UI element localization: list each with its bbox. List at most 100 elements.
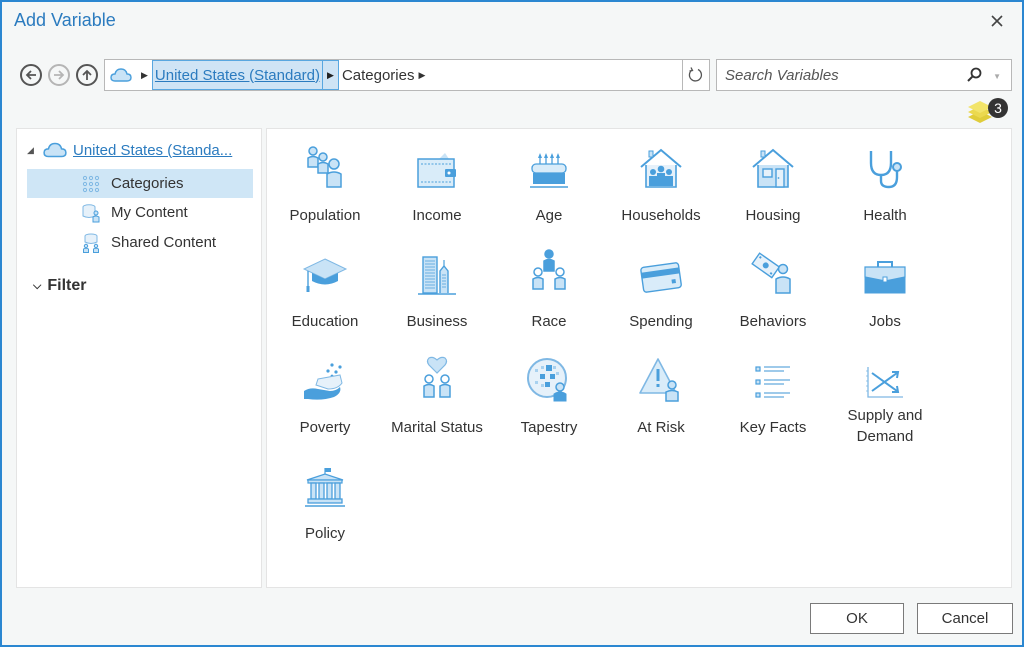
forward-button[interactable] [48,64,70,86]
category-label: Housing [745,207,801,224]
category-spending[interactable]: Spending [605,241,717,347]
category-housing[interactable]: Housing [717,135,829,241]
refresh-icon [688,67,703,82]
breadcrumb-root[interactable] [105,60,137,90]
breadcrumb-segment-united-states[interactable]: United States (Standard) [151,60,324,90]
couple-heart-icon [423,356,451,398]
category-label: Tapestry [520,419,578,436]
buildings-icon [418,256,456,295]
category-label: Income [412,207,462,224]
category-label: Poverty [299,419,351,436]
breadcrumb-separator-active[interactable]: ▶ [323,60,339,90]
close-button[interactable] [986,10,1008,32]
category-grid: Population Income Age Households Housing… [269,135,1009,559]
hand-coins-icon [304,363,343,400]
back-button[interactable] [20,64,42,86]
household-icon [640,148,682,188]
category-jobs[interactable]: Jobs [829,241,941,347]
tree-item-shared-content[interactable]: Shared Content [27,228,253,257]
selection-count: 3 [988,98,1008,118]
close-icon [991,15,1003,27]
category-marital-status[interactable]: Marital Status [381,347,493,453]
category-population[interactable]: Population [269,135,381,241]
breadcrumb-separator[interactable]: ▶ [137,70,152,81]
category-label: Key Facts [739,419,807,436]
up-button[interactable] [76,64,98,86]
population-icon [307,146,342,188]
database-share-icon [83,233,99,253]
arrow-left-icon [25,70,36,80]
category-label: Behaviors [739,313,807,330]
category-label: Households [621,207,701,224]
category-label: Jobs [869,313,901,330]
category-label: Health [863,207,907,224]
category-education[interactable]: Education [269,241,381,347]
category-supply-and-demand[interactable]: Supply and Demand [829,347,941,453]
collapse-triangle-icon[interactable]: ◢ [27,145,43,156]
wallet-icon [417,153,456,188]
tree-item-label: Shared Content [111,234,217,251]
ok-button[interactable]: OK [810,603,904,634]
filter-section-header[interactable]: ⌵ Filter [33,277,86,295]
search-input[interactable] [717,66,957,84]
cloud-icon [43,142,67,158]
tree-item-categories[interactable]: Categories [27,169,253,198]
money-person-icon [751,252,791,294]
warning-person-icon [639,358,679,402]
supply-demand-chart-icon [866,367,903,398]
category-tapestry[interactable]: Tapestry [493,347,605,453]
database-user-icon [82,204,100,223]
briefcase-icon [864,261,906,294]
tree-root-united-states[interactable]: ◢ United States (Standa... [27,141,232,159]
category-health[interactable]: Health [829,135,941,241]
filter-label: Filter [47,277,87,294]
category-label: Supply and Demand [847,407,923,445]
categories-panel: Population Income Age Households Housing… [266,128,1012,588]
cloud-icon [110,68,132,82]
tree-root-label[interactable]: United States (Standa... [73,142,232,159]
dialog-title: Add Variable [14,10,116,30]
tree-item-my-content[interactable]: My Content [27,198,253,227]
category-at-risk[interactable]: At Risk [605,347,717,453]
house-icon [752,148,794,188]
people-group-icon [532,249,566,290]
cancel-button[interactable]: Cancel [917,603,1013,634]
stethoscope-icon [869,151,902,189]
category-age[interactable]: Age [493,135,605,241]
tree-item-label: Categories [111,175,184,192]
credit-card-icon [640,262,682,293]
government-building-icon [305,468,345,507]
category-label: Policy [304,525,345,542]
search-icon[interactable] [965,66,983,84]
list-icon [755,366,790,398]
category-key-facts[interactable]: Key Facts [717,347,829,453]
tree-item-label: My Content [111,204,188,221]
arrow-up-icon [82,69,92,80]
breadcrumb-separator[interactable]: ▶ [414,70,429,81]
breadcrumb-segment-categories[interactable]: Categories [339,67,415,84]
graduation-cap-icon [302,258,348,292]
selected-variables-badge[interactable]: 3 [966,96,1012,126]
category-label: Age [535,207,563,224]
category-poverty[interactable]: Poverty [269,347,381,453]
chevron-down-icon: ⌵ [33,279,42,292]
birthday-cake-icon [530,153,568,188]
search-box: ▼ [716,59,1012,91]
add-variable-dialog: Add Variable ▶ United States (Standard) … [0,0,1024,647]
category-label: Spending [629,313,693,330]
category-households[interactable]: Households [605,135,717,241]
category-label: Marital Status [391,419,483,436]
breadcrumb: ▶ United States (Standard) ▶ Categories … [104,59,683,91]
category-label: At Risk [637,419,685,436]
category-behaviors[interactable]: Behaviors [717,241,829,347]
caret-down-icon[interactable]: ▼ [993,72,1001,81]
category-income[interactable]: Income [381,135,493,241]
category-label: Population [289,207,361,224]
refresh-button[interactable] [682,59,710,91]
category-label: Race [531,313,567,330]
tapestry-icon [527,358,567,402]
grid-dots-icon [82,175,100,193]
category-policy[interactable]: Policy [269,453,381,559]
category-race[interactable]: Race [493,241,605,347]
category-business[interactable]: Business [381,241,493,347]
